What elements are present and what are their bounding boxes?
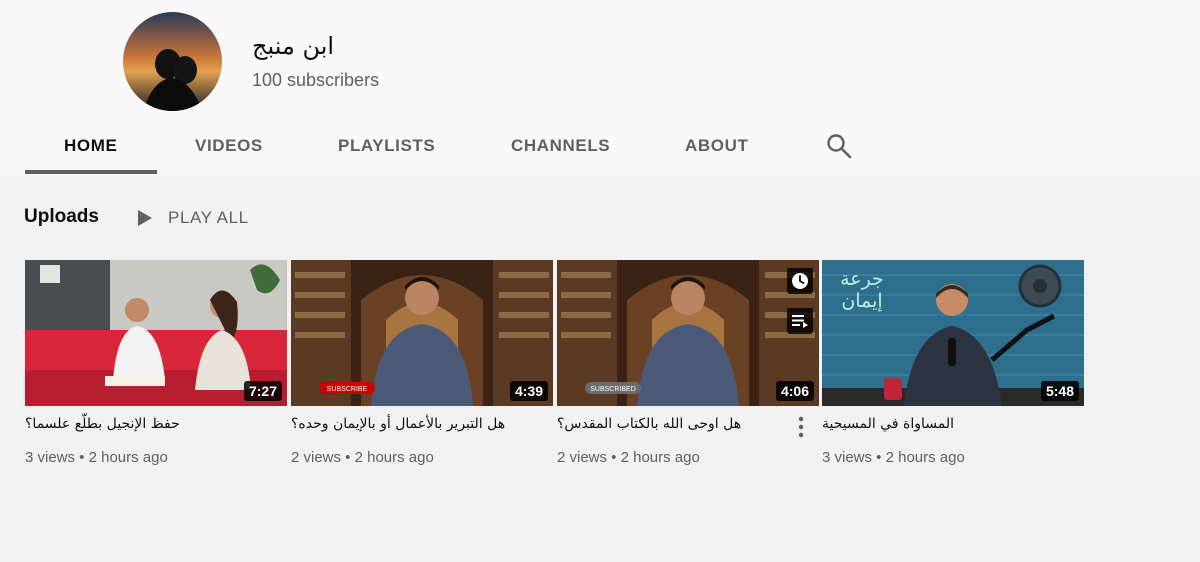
video-meta: 2 views • 2 hours ago [291,449,434,466]
play-all-button[interactable]: PLAY ALL [168,208,249,228]
channel-avatar[interactable] [123,12,222,111]
search-icon[interactable] [826,133,852,159]
video-thumbnail[interactable]: SUBSCRIBE 4:39 [291,260,553,406]
video-thumbnail[interactable]: جرعة إيمان 5:48 [822,260,1084,406]
tab-home[interactable]: HOME [64,136,117,156]
subscribed-badge: SUBSCRIBED [590,386,636,393]
uploads-heading[interactable]: Uploads [24,206,99,228]
subscriber-count: 100 subscribers [252,70,380,90]
channel-name: ابن منبج [252,32,335,60]
tab-playlists[interactable]: PLAYLISTS [338,136,435,156]
video-card[interactable]: SUBSCRIBED 4:06 هل اوحى الله بالكتاب الم… [557,260,819,466]
video-duration: 4:06 [775,381,814,401]
channel-header: ابن منبج 100 subscribers HOME VIDEOS PLA… [0,0,1200,176]
video-card[interactable]: جرعة إيمان 5:48 المساواة في المسيحية 3 v… [822,260,1084,466]
video-meta: 2 views • 2 hours ago [557,449,700,466]
video-title[interactable]: حفظ الإنجيل بطلّع علسما؟ [25,416,287,432]
thumbnail-caption: جرعة إيمان [840,268,884,312]
video-title[interactable]: هل اوحى الله بالكتاب المقدس؟ [557,416,819,432]
video-duration: 7:27 [243,381,282,401]
active-tab-indicator [25,170,157,174]
video-title[interactable]: هل التبرير بالأعمال أو بالإيمان وحده؟ [291,416,553,432]
play-icon[interactable] [137,209,153,227]
video-card[interactable]: 7:27 حفظ الإنجيل بطلّع علسما؟ 3 views • … [25,260,287,466]
video-card[interactable]: SUBSCRIBE 4:39 هل التبرير بالأعمال أو با… [291,260,553,466]
video-title[interactable]: المساواة في المسيحية [822,416,1084,432]
video-thumbnail[interactable]: SUBSCRIBED 4:06 [557,260,819,406]
video-meta: 3 views • 2 hours ago [25,449,168,466]
video-duration: 5:48 [1040,381,1079,401]
video-duration: 4:39 [509,381,548,401]
more-vert-icon[interactable] [797,416,805,438]
queue-icon[interactable] [787,308,813,334]
video-meta: 3 views • 2 hours ago [822,449,965,466]
tab-about[interactable]: ABOUT [685,136,748,156]
subscribe-badge: SUBSCRIBE [327,386,368,393]
video-thumbnail[interactable]: 7:27 [25,260,287,406]
tab-channels[interactable]: CHANNELS [511,136,610,156]
tab-videos[interactable]: VIDEOS [195,136,263,156]
clock-icon[interactable] [787,268,813,294]
